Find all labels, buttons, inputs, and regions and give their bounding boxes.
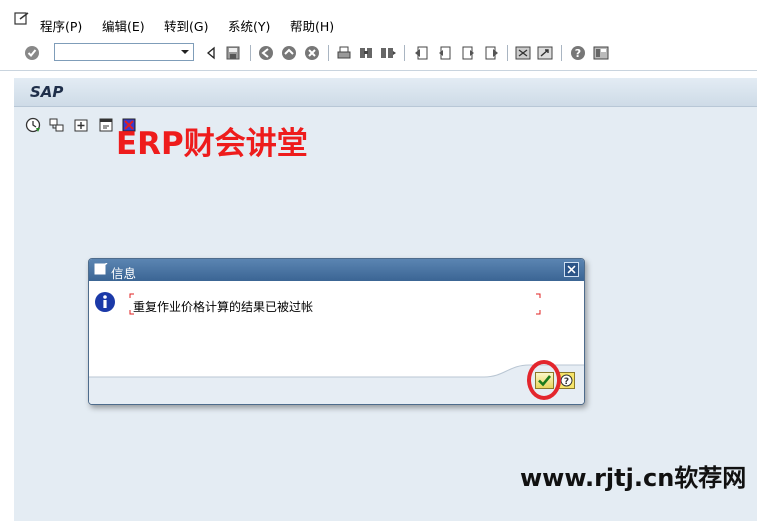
screen-title-bar: SAP: [14, 78, 757, 107]
message-box: 重复作业价格计算的结果已被过帐: [129, 293, 541, 315]
next-page-icon[interactable]: [460, 45, 476, 61]
first-page-icon[interactable]: [414, 45, 430, 61]
screen-title: SAP: [30, 83, 64, 101]
dialog-title-bar[interactable]: 信息: [89, 259, 584, 281]
enter-icon[interactable]: [24, 45, 40, 61]
new-node-icon[interactable]: [73, 117, 89, 133]
find-icon[interactable]: [358, 45, 374, 61]
info-icon: [95, 292, 115, 312]
info-dialog: 信息 重复作业价格计算的结果已被过帐 ?: [88, 258, 585, 405]
save-icon[interactable]: [225, 45, 241, 61]
find-next-icon[interactable]: [380, 45, 396, 61]
toolbar-separator: [507, 45, 508, 61]
shortcut-icon[interactable]: [537, 45, 553, 61]
command-input[interactable]: [57, 45, 175, 59]
cancel-icon[interactable]: [304, 45, 320, 61]
execute-icon[interactable]: [25, 117, 41, 133]
toolbar-separator: [328, 45, 329, 61]
menu-help[interactable]: 帮助(H): [290, 16, 334, 35]
menu-goto[interactable]: 转到(G): [164, 16, 208, 35]
watermark-top: ERP财会讲堂: [116, 126, 308, 162]
command-field[interactable]: [54, 43, 194, 61]
menu-edit[interactable]: 编辑(E): [102, 16, 145, 35]
toolbar-separator: [561, 45, 562, 61]
document-icon[interactable]: [98, 117, 114, 133]
highlight-circle: [527, 360, 561, 400]
hierarchy-icon[interactable]: [49, 117, 65, 133]
menu-bar: 程序(P) 编辑(E) 转到(G) 系统(Y) 帮助(H): [0, 0, 757, 36]
back-icon[interactable]: [258, 45, 274, 61]
print-icon[interactable]: [336, 45, 352, 61]
dialog-title: 信息: [111, 266, 137, 281]
menu-program[interactable]: 程序(P): [40, 16, 82, 35]
svg-text:?: ?: [564, 377, 569, 387]
dialog-window-icon: [94, 263, 108, 275]
toolbar-separator: [404, 45, 405, 61]
system-menu-icon[interactable]: [14, 12, 30, 26]
close-icon[interactable]: [564, 262, 579, 277]
watermark-bottom: www.rjtj.cn软荐网: [520, 464, 747, 492]
menu-system[interactable]: 系统(Y): [228, 16, 270, 35]
help-icon[interactable]: ?: [570, 45, 586, 61]
toolbar-separator: [250, 45, 251, 61]
last-page-icon[interactable]: [483, 45, 499, 61]
dialog-body: 重复作业价格计算的结果已被过帐: [89, 281, 584, 404]
previous-page-icon[interactable]: [437, 45, 453, 61]
layout-icon[interactable]: [593, 45, 609, 61]
exit-icon[interactable]: [281, 45, 297, 61]
create-session-icon[interactable]: [515, 45, 531, 61]
standard-toolbar: ?: [0, 36, 757, 71]
svg-text:?: ?: [575, 47, 581, 60]
collapse-icon[interactable]: [203, 45, 219, 61]
command-dropdown-icon[interactable]: [177, 44, 193, 60]
dialog-message: 重复作业价格计算的结果已被过帐: [133, 300, 314, 314]
